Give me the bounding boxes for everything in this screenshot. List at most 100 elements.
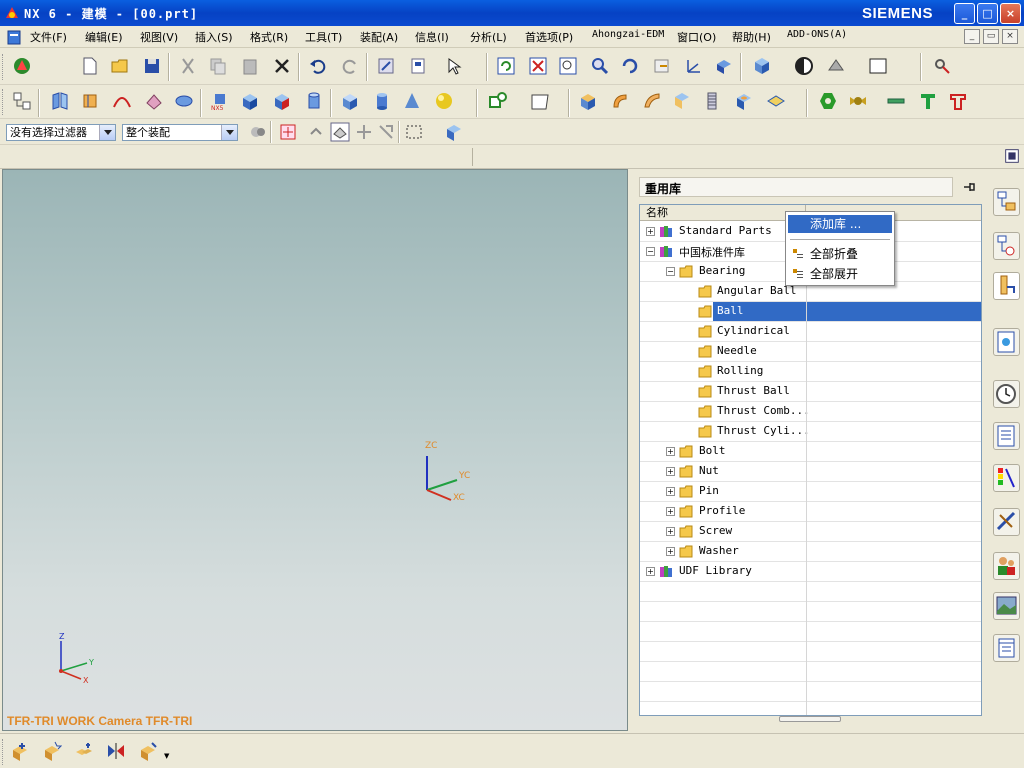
curve-surface-icon[interactable]: [110, 89, 134, 113]
new-file-icon[interactable]: [78, 54, 102, 78]
type-filter-dropdown[interactable]: 没有选择过滤器: [6, 124, 116, 141]
toolbar-grip[interactable]: [2, 739, 5, 765]
copy-icon[interactable]: [206, 54, 230, 78]
menu-edit[interactable]: 编辑(E): [85, 29, 123, 45]
render-style-icon[interactable]: [750, 54, 774, 78]
chevron-down-icon[interactable]: [221, 125, 237, 140]
zoom-icon[interactable]: [588, 54, 612, 78]
tree-row[interactable]: Thrust Comb...: [640, 402, 981, 422]
document-icon[interactable]: [6, 30, 22, 45]
expand-icon[interactable]: +: [646, 227, 655, 236]
undo-selection-icon[interactable]: [304, 120, 328, 144]
background-icon[interactable]: [792, 54, 816, 78]
datum-plane-icon[interactable]: [528, 89, 552, 113]
toolbar-grip[interactable]: [2, 89, 5, 115]
undo-icon[interactable]: [306, 54, 330, 78]
selection-scope-dropdown[interactable]: 整个装配: [122, 124, 238, 141]
tree-row[interactable]: + Bolt: [640, 442, 981, 462]
tree-row[interactable]: Thrust Cyli...: [640, 422, 981, 442]
cone-icon[interactable]: [400, 89, 424, 113]
graphics-viewport[interactable]: ZC YC XC Z Y X TFR-TRI WORK Camera TFR-T…: [2, 169, 628, 731]
toolbar-overflow-icon[interactable]: ▼: [164, 752, 169, 760]
history-list-tab[interactable]: [993, 634, 1020, 662]
expand-icon[interactable]: +: [666, 447, 675, 456]
open-folder-icon[interactable]: [108, 54, 132, 78]
pan-icon[interactable]: [650, 54, 674, 78]
drag-handle-icon[interactable]: [352, 120, 376, 144]
cylinder-stack-icon[interactable]: [302, 89, 326, 113]
expand-icon[interactable]: +: [666, 467, 675, 476]
object-display-icon[interactable]: [406, 54, 430, 78]
assembly-navigator-icon[interactable]: [10, 89, 34, 113]
general-selection-icon[interactable]: [246, 120, 270, 144]
paste-icon[interactable]: [238, 54, 262, 78]
menu-assembly[interactable]: 装配(A): [360, 29, 398, 45]
menu-preferences[interactable]: 首选项(P): [525, 29, 573, 45]
mirror-assembly-icon[interactable]: [104, 739, 128, 763]
nx5-feature-icon[interactable]: NX5: [208, 89, 232, 113]
sphere-icon[interactable]: [432, 89, 456, 113]
t-slot-icon[interactable]: [916, 89, 940, 113]
mdi-close-button[interactable]: ×: [1002, 29, 1018, 44]
fixture-icon[interactable]: [946, 89, 970, 113]
tree-row[interactable]: + Washer: [640, 542, 981, 562]
web-browser-tab[interactable]: [993, 592, 1020, 620]
fit-view-icon[interactable]: [526, 54, 550, 78]
sweep-icon[interactable]: [640, 89, 664, 113]
tree-row[interactable]: Ball: [640, 302, 981, 322]
menu-analysis[interactable]: 分析(L): [470, 29, 507, 45]
tree-row[interactable]: Needle: [640, 342, 981, 362]
mdi-minimize-button[interactable]: _: [964, 29, 980, 44]
thread-icon[interactable]: [700, 89, 724, 113]
tube-icon[interactable]: [172, 89, 196, 113]
collapse-icon[interactable]: −: [666, 267, 675, 276]
hex-nut-icon[interactable]: [816, 89, 840, 113]
mdi-restore-button[interactable]: ▭: [983, 29, 999, 44]
menu-window[interactable]: 窗口(O): [677, 29, 716, 45]
wing-nut-icon[interactable]: [846, 89, 870, 113]
cylinder-icon[interactable]: [370, 89, 394, 113]
delete-icon[interactable]: [270, 54, 294, 78]
full-screen-icon[interactable]: [1003, 147, 1021, 165]
part-navigator-tab[interactable]: [993, 272, 1020, 300]
tree-row[interactable]: Thrust Ball: [640, 382, 981, 402]
select-body-icon[interactable]: [328, 120, 352, 144]
selection-tool-icon[interactable]: [442, 54, 466, 78]
tree-row[interactable]: Cylindrical: [640, 322, 981, 342]
tree-row[interactable]: + Screw: [640, 522, 981, 542]
tree-row[interactable]: + Pin: [640, 482, 981, 502]
layer-box-icon[interactable]: [866, 54, 890, 78]
component-select-icon[interactable]: [442, 120, 466, 144]
tree-row[interactable]: + UDF Library: [640, 562, 981, 582]
sketch-icon[interactable]: [486, 89, 510, 113]
boolean-icon[interactable]: [270, 89, 294, 113]
toolbar-grip[interactable]: [2, 54, 5, 80]
tree-row[interactable]: + Profile: [640, 502, 981, 522]
menu-ahongzai-edm[interactable]: Ahongzai-EDM: [592, 29, 664, 40]
thicken-icon[interactable]: [670, 89, 694, 113]
measure-tool-icon[interactable]: [930, 54, 954, 78]
expand-icon[interactable]: +: [666, 487, 675, 496]
tree-row[interactable]: Rolling: [640, 362, 981, 382]
bolt-icon[interactable]: [884, 89, 908, 113]
menu-format[interactable]: 格式(R): [250, 29, 288, 45]
save-icon[interactable]: [140, 54, 164, 78]
move-component-icon[interactable]: [136, 739, 160, 763]
expand-icon[interactable]: +: [666, 547, 675, 556]
constraint-navigator-tab[interactable]: [993, 232, 1020, 260]
menu-item-add-library[interactable]: 添加库 ...: [788, 215, 892, 233]
menu-item-expand-all[interactable]: 全部展开: [788, 265, 892, 283]
scrollbar-thumb[interactable]: [779, 716, 841, 722]
reuse-library-tab[interactable]: [993, 328, 1020, 356]
revolve-icon[interactable]: [608, 89, 632, 113]
view-orient-icon[interactable]: [712, 54, 736, 78]
mesh-surface-icon[interactable]: [142, 89, 166, 113]
expand-icon[interactable]: +: [666, 527, 675, 536]
pad-icon[interactable]: [764, 89, 788, 113]
menu-add-ons[interactable]: ADD-ONS(A): [787, 29, 847, 40]
minimize-button[interactable]: _: [954, 3, 975, 24]
sheet-metal-icon[interactable]: [48, 89, 72, 113]
menu-file[interactable]: 文件(F): [30, 29, 67, 45]
cube-icon[interactable]: [338, 89, 362, 113]
extrude-icon[interactable]: [576, 89, 600, 113]
